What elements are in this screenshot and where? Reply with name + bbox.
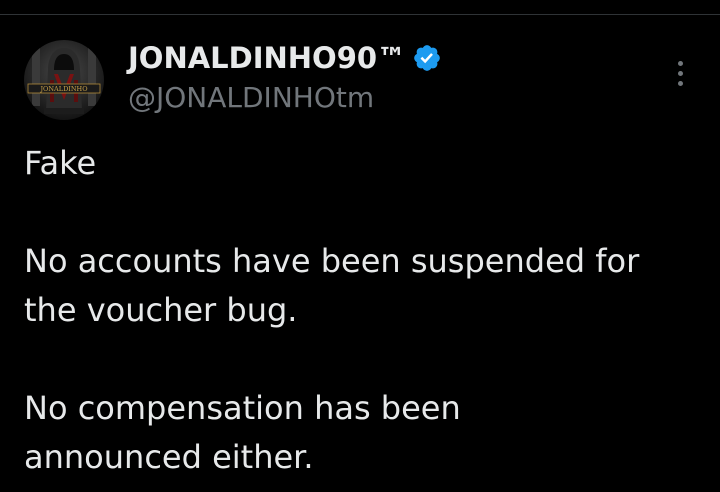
hooded-figure-avatar-icon: JONALDINHO <box>27 46 101 114</box>
more-options-button[interactable] <box>664 55 696 91</box>
more-options-icon <box>677 60 683 66</box>
svg-text:JONALDINHO: JONALDINHO <box>39 85 87 93</box>
tweet-text: Fake No accounts have been suspended for… <box>24 139 704 482</box>
avatar[interactable]: JONALDINHO <box>24 40 104 120</box>
display-name[interactable]: JONALDINHO90™ <box>128 41 406 75</box>
verified-badge-icon[interactable] <box>412 43 442 73</box>
tweet-line: the voucher bug. <box>24 291 298 329</box>
tweet-line: No compensation has been <box>24 389 461 427</box>
tweet-line: announced either. <box>24 438 314 476</box>
tweet-line-break <box>24 188 704 237</box>
tweet-line: Fake <box>24 144 97 182</box>
user-handle[interactable]: @JONALDINHOtm <box>128 81 442 114</box>
more-options-icon-dot <box>677 80 683 86</box>
name-row: JONALDINHO90™ <box>128 41 442 75</box>
tweet-line: No accounts have been suspended for <box>24 242 640 280</box>
tweet[interactable]: JONALDINHO JONALDINHO90™ @JONALDINHOtm F… <box>0 15 720 492</box>
more-options-icon-dot <box>677 70 683 76</box>
tweet-line-break <box>24 335 704 384</box>
user-info: JONALDINHO90™ @JONALDINHOtm <box>128 41 442 114</box>
